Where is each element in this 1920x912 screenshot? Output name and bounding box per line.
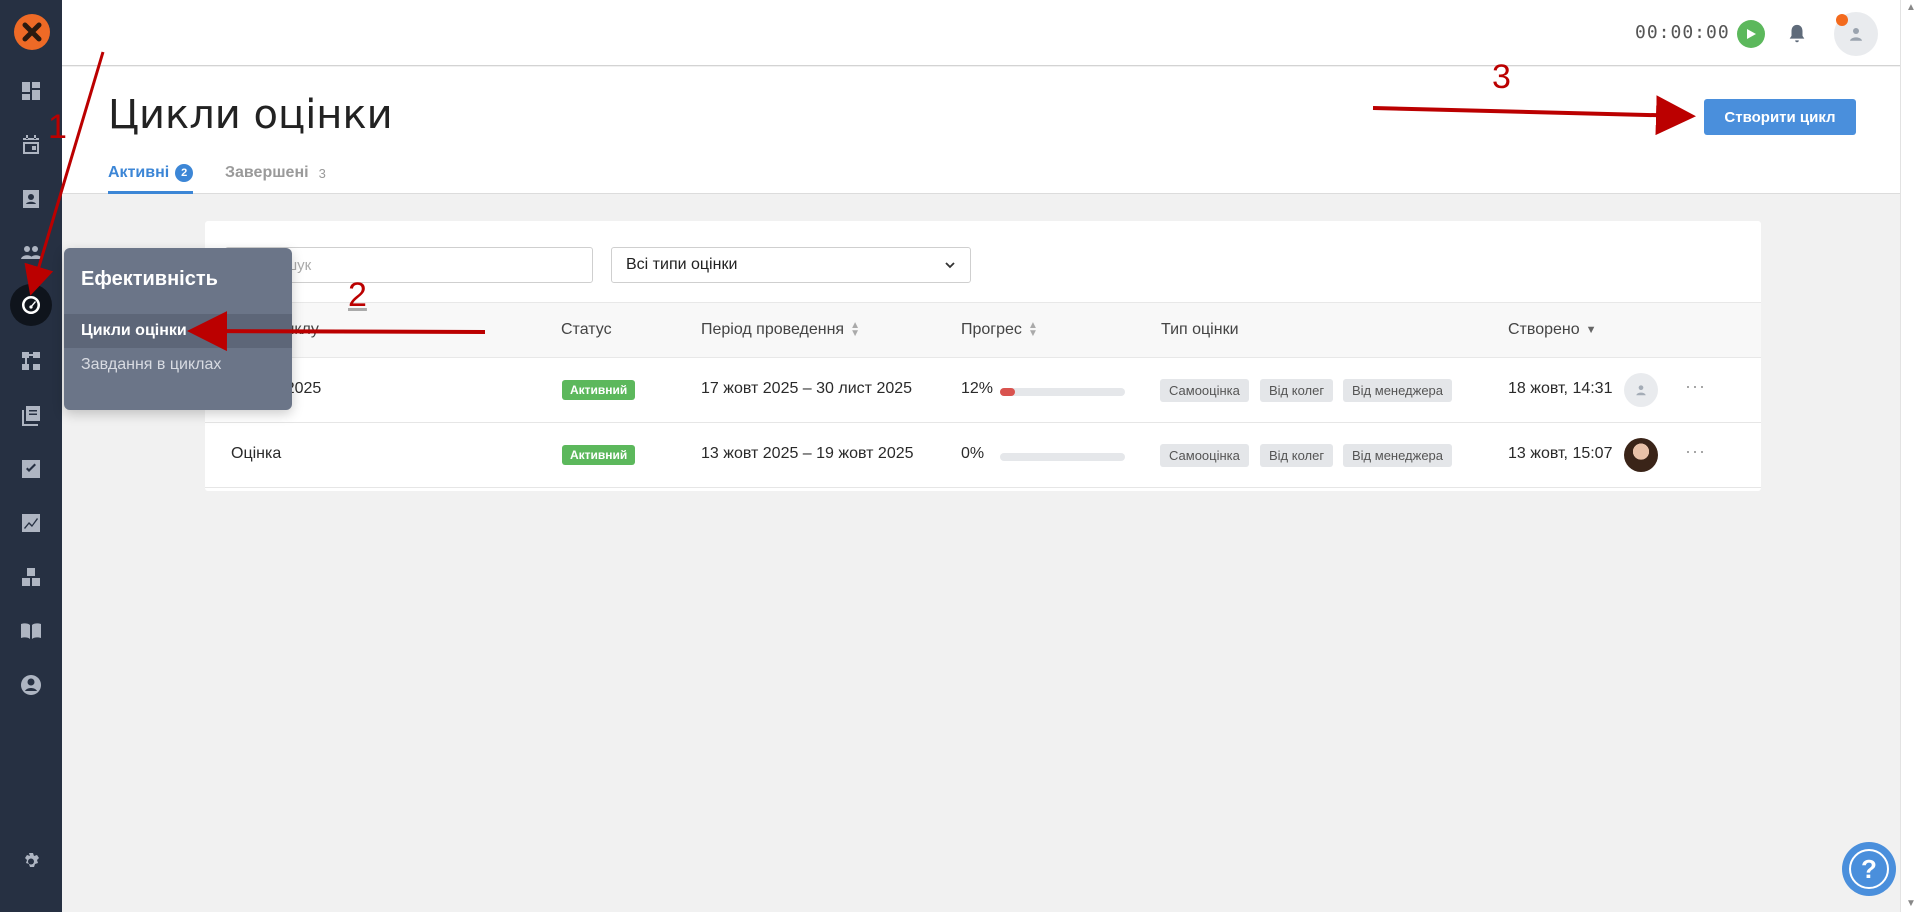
column-type: Тип оцінки <box>1161 321 1239 338</box>
type-tag: Від менеджера <box>1343 444 1453 467</box>
tab-active[interactable]: Активні 2 <box>108 164 194 194</box>
author-avatar <box>1624 438 1658 472</box>
column-created[interactable]: Створено ▼ <box>1508 321 1597 339</box>
play-icon[interactable] <box>1737 20 1765 48</box>
tab-completed[interactable]: Завершені 3 <box>225 164 326 182</box>
create-cycle-button[interactable]: Створити цикл <box>1704 99 1856 135</box>
flyout-title: Ефективність <box>81 268 218 290</box>
type-tag: Від менеджера <box>1343 379 1453 402</box>
app-logo-icon[interactable] <box>14 14 50 50</box>
chart-icon[interactable] <box>16 508 46 538</box>
performance-flyout-menu: Ефективність Цикли оцінки Завдання в цик… <box>64 248 292 410</box>
table-row[interactable]: Оцінка Активний 13 жовт 2025 – 19 жовт 2… <box>205 423 1761 488</box>
column-period[interactable]: Період проведення ▲ ▼ <box>701 321 860 339</box>
top-bar <box>62 0 1900 66</box>
progress-fill <box>1000 388 1015 396</box>
progress-bar <box>1000 453 1125 461</box>
annotation-step-1: 1 <box>48 108 67 146</box>
annotation-step-3: 3 <box>1492 58 1511 96</box>
tab-count-badge: 3 <box>318 165 326 181</box>
boxes-icon[interactable] <box>16 562 46 592</box>
annotation-step-2: 2 <box>348 276 367 314</box>
scroll-down-icon[interactable]: ▼ <box>1906 898 1916 909</box>
chevron-down-icon <box>945 262 955 269</box>
progress-bar <box>1000 388 1125 396</box>
progress-value: 12% <box>961 380 994 397</box>
tab-label: Активні <box>108 164 170 181</box>
page-header: Цикли оцінки Створити цикл Активні 2 Зав… <box>62 67 1900 194</box>
time-tracker-display: 00:00:00 <box>1635 22 1730 43</box>
notification-dot <box>1836 14 1848 26</box>
people-icon[interactable] <box>16 238 46 268</box>
tab-count-badge: 2 <box>175 164 194 182</box>
account-icon[interactable] <box>16 670 46 700</box>
type-tag: Самооцінка <box>1160 379 1249 402</box>
dashboard-icon[interactable] <box>16 76 46 106</box>
select-value: Всі типи оцінки <box>626 256 738 273</box>
structure-icon[interactable] <box>16 346 46 376</box>
progress-value: 0% <box>961 445 985 462</box>
cycles-card: Всі типи оцінки Назва циклу Статус Періо… <box>205 221 1761 491</box>
scrollbar[interactable]: ▲ ▼ <box>1900 0 1920 912</box>
calendar-icon[interactable] <box>16 130 46 160</box>
help-icon: ? <box>1849 849 1889 889</box>
column-progress[interactable]: Прогрес ▲ ▼ <box>961 321 1038 339</box>
type-tag: Від колег <box>1260 444 1334 467</box>
period-cell: 17 жовт 2025 – 30 лист 2025 <box>701 380 913 397</box>
created-cell: 18 жовт, 14:31 <box>1508 380 1613 397</box>
sort-icon[interactable]: ▲ ▼ <box>1028 321 1038 339</box>
period-cell: 13 жовт 2025 – 19 жовт 2025 <box>701 445 914 462</box>
performance-icon[interactable] <box>10 284 52 326</box>
cycle-name[interactable]: Оцінка <box>231 445 281 463</box>
library-icon[interactable] <box>16 400 46 430</box>
table-row[interactable]: Оцінка 2025 Активний 17 жовт 2025 – 30 л… <box>205 358 1761 423</box>
type-filter-select[interactable]: Всі типи оцінки <box>611 247 971 283</box>
column-label: Прогрес <box>961 321 1022 338</box>
scroll-up-icon[interactable]: ▲ <box>1906 2 1916 13</box>
book-icon[interactable] <box>16 616 46 646</box>
help-button[interactable]: ? <box>1842 842 1896 896</box>
status-badge: Активний <box>562 380 636 400</box>
menu-item-cycle-tasks[interactable]: Завдання в циклах <box>81 356 221 374</box>
column-label: Період проведення <box>701 321 845 338</box>
column-status: Статус <box>561 321 612 338</box>
menu-item-cycles[interactable]: Цикли оцінки <box>81 322 187 340</box>
sort-icon[interactable]: ▲ ▼ <box>850 321 860 339</box>
checklist-icon[interactable] <box>16 454 46 484</box>
type-tag: Самооцінка <box>1160 444 1249 467</box>
type-tag: Від колег <box>1260 379 1334 402</box>
author-avatar-icon <box>1624 373 1658 407</box>
column-label: Створено <box>1508 321 1580 338</box>
bell-icon[interactable] <box>1783 20 1811 48</box>
more-icon[interactable]: ··· <box>1685 441 1706 462</box>
page-title: Цикли оцінки <box>108 92 393 138</box>
created-cell: 13 жовт, 15:07 <box>1508 445 1613 462</box>
contacts-icon[interactable] <box>16 184 46 214</box>
settings-icon[interactable] <box>16 848 46 878</box>
table-header: Назва циклу Статус Період проведення ▲▼ … <box>205 302 1761 358</box>
more-icon[interactable]: ··· <box>1685 376 1706 397</box>
tab-label: Завершені <box>225 164 309 181</box>
status-badge: Активний <box>562 445 636 465</box>
sort-desc-icon[interactable]: ▼ <box>1586 324 1597 336</box>
